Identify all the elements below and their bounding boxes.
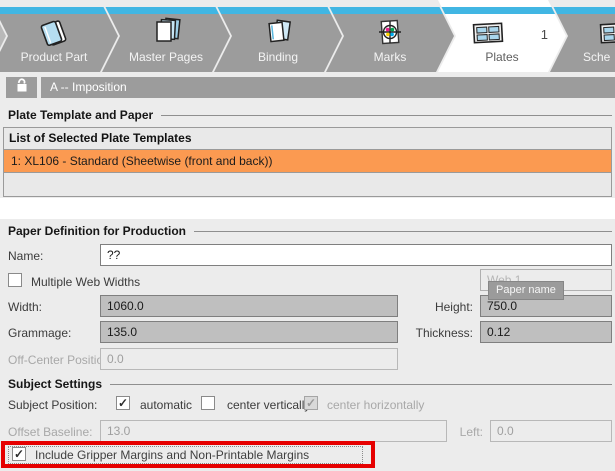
tab-product-part[interactable]: Product Part xyxy=(0,0,118,72)
selected-plate-row[interactable]: 1: XL106 - Standard (Sheetwise (front an… xyxy=(4,150,611,173)
plates-count-badge: 1 xyxy=(541,27,548,42)
list-header: List of Selected Plate Templates xyxy=(4,128,611,150)
automatic-checkbox[interactable]: ✓ xyxy=(116,396,130,410)
thickness-field[interactable]: 0.12 xyxy=(480,321,612,343)
tab-label: Master Pages xyxy=(116,50,216,64)
left-label: Left: xyxy=(420,425,483,439)
left-field: 0.0 xyxy=(490,420,612,442)
tab-master-pages[interactable]: Master Pages xyxy=(102,0,230,72)
multiple-web-widths-checkbox[interactable] xyxy=(8,273,22,287)
tab-binding[interactable]: Binding xyxy=(214,0,342,72)
marks-icon xyxy=(340,15,440,51)
multiple-web-widths-label: Multiple Web Widths xyxy=(31,275,140,289)
paper-name-tooltip: Paper name xyxy=(488,281,564,300)
center-vertically-checkbox[interactable] xyxy=(201,396,215,410)
tab-label: Product Part xyxy=(4,50,104,64)
section-header-paper-definition: Paper Definition for Production xyxy=(8,224,612,238)
tab-label: Plates xyxy=(452,50,552,64)
width-label: Width: xyxy=(8,300,42,314)
width-field[interactable]: 1060.0 xyxy=(100,295,398,317)
tab-marks[interactable]: Marks xyxy=(326,0,454,72)
height-label: Height: xyxy=(390,300,473,314)
automatic-label: automatic xyxy=(140,398,192,412)
lock-button[interactable] xyxy=(6,77,37,98)
schedule-icon xyxy=(580,15,615,51)
thickness-label: Thickness: xyxy=(390,326,473,340)
name-label: Name: xyxy=(8,249,43,263)
subject-position-label: Subject Position: xyxy=(8,398,97,412)
center-vertically-label: center vertically xyxy=(227,398,310,412)
tab-plates[interactable]: 1 Plates xyxy=(438,0,566,72)
offset-baseline-label: Offset Baseline: xyxy=(8,425,93,439)
name-field[interactable]: ?? xyxy=(100,244,612,266)
tab-label: Binding xyxy=(228,50,328,64)
annotation-red-box: ✓ Include Gripper Margins and Non-Printa… xyxy=(1,441,375,468)
imposition-window: Product Part Master Pages Binding Marks … xyxy=(0,0,615,471)
off-center-field: 0.0 xyxy=(100,348,398,370)
tab-label: Sche xyxy=(583,50,615,64)
off-center-label: Off-Center Position: xyxy=(8,353,113,367)
include-gripper-label: Include Gripper Margins and Non-Printabl… xyxy=(35,448,309,462)
imposition-title-bar: A -- Imposition xyxy=(41,77,615,98)
product-part-icon xyxy=(4,15,104,51)
separator-strip xyxy=(0,198,615,219)
section-header-subject-settings: Subject Settings xyxy=(8,377,612,391)
offset-baseline-field: 13.0 xyxy=(100,420,447,442)
section-header-plate-template: Plate Template and Paper xyxy=(8,108,612,122)
grammage-field[interactable]: 135.0 xyxy=(100,321,398,343)
binding-icon xyxy=(228,15,328,51)
tab-label: Marks xyxy=(340,50,440,64)
plate-template-list: List of Selected Plate Templates 1: XL10… xyxy=(3,127,612,197)
center-horizontally-checkbox: ✓ xyxy=(304,396,318,410)
master-pages-icon xyxy=(116,15,216,51)
grammage-label: Grammage: xyxy=(8,326,71,340)
divider xyxy=(110,384,612,385)
divider xyxy=(194,231,612,232)
plates-icon xyxy=(438,15,538,51)
unlock-icon xyxy=(13,77,31,98)
include-gripper-checkbox[interactable]: ✓ xyxy=(12,447,26,461)
divider xyxy=(161,115,612,116)
center-horizontally-label: center horizontally xyxy=(327,398,424,412)
